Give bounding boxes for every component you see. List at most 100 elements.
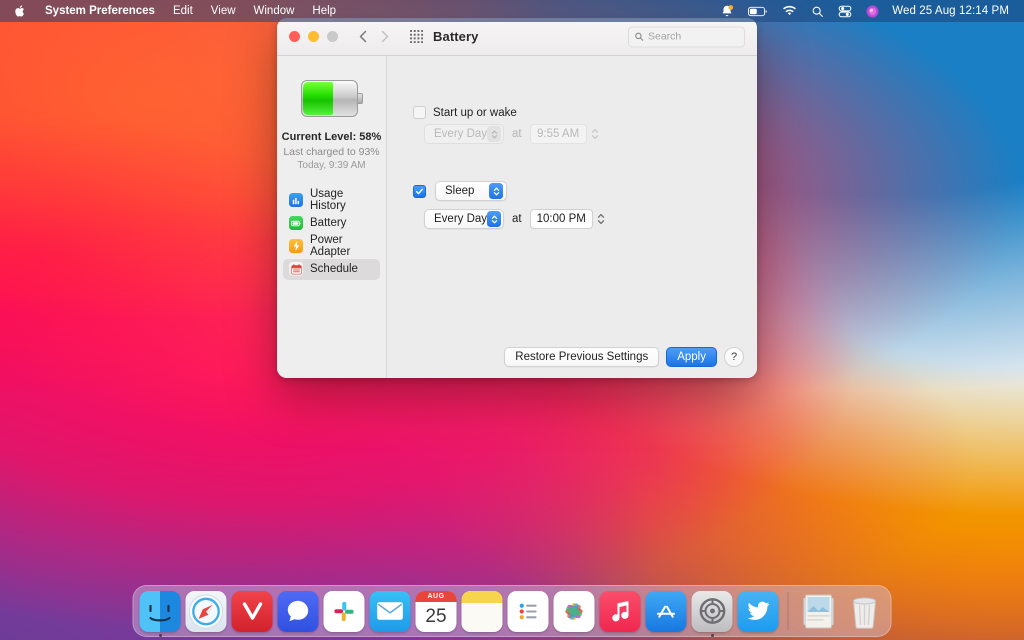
dock-item-music[interactable] <box>600 591 641 632</box>
battery-icon[interactable] <box>741 6 775 17</box>
sleep-action-popup[interactable]: Sleep <box>435 181 507 201</box>
calendar-day: 25 <box>416 602 457 632</box>
menu-bar: System Preferences Edit View Window Help <box>0 0 1024 22</box>
trash-icon <box>844 591 885 632</box>
zoom-button[interactable] <box>327 31 338 42</box>
chevron-updown-icon <box>487 211 501 227</box>
menu-item-help[interactable]: Help <box>303 0 345 22</box>
sidebar-item-usage-history[interactable]: Usage History <box>283 190 380 211</box>
system-preferences-window: Battery Search Current Level: 58% Last c… <box>277 18 757 378</box>
minimize-button[interactable] <box>308 31 319 42</box>
dock-item-photos[interactable] <box>554 591 595 632</box>
battery-terminal <box>358 93 363 104</box>
dock-item-downloads-stack[interactable] <box>798 591 839 632</box>
action-buttons: Restore Previous Settings Apply ? <box>504 347 744 367</box>
navigation-buttons <box>355 29 393 45</box>
battery-level-graphic <box>301 80 363 117</box>
menu-item-system-preferences[interactable]: System Preferences <box>36 0 164 22</box>
battery-status-text: Current Level: 58% Last charged to 93% T… <box>282 130 382 173</box>
startup-time-stepper[interactable]: 9:55 AM <box>530 124 601 144</box>
last-charged-label: Last charged to 93% <box>282 145 382 159</box>
battery-icon <box>289 216 303 230</box>
apply-button[interactable]: Apply <box>666 347 717 367</box>
running-indicator <box>711 634 714 637</box>
dock-item-slack[interactable] <box>324 591 365 632</box>
battery-fill <box>303 82 334 115</box>
twitter-icon <box>738 591 779 632</box>
traffic-lights <box>289 31 338 42</box>
startup-or-wake-row: Start up or wake <box>413 106 517 119</box>
dock-item-calendar[interactable]: AUG 25 <box>416 591 457 632</box>
app-store-icon <box>646 591 687 632</box>
sidebar-item-label: Battery <box>310 217 346 229</box>
current-level-label: Current Level: 58% <box>282 130 382 145</box>
dock-item-mail[interactable] <box>370 591 411 632</box>
usage-history-icon <box>289 193 303 207</box>
sleep-at-label: at <box>512 213 522 225</box>
dock-item-safari[interactable] <box>186 591 227 632</box>
menu-bar-clock[interactable]: Wed 25 Aug 12:14 PM <box>886 5 1014 17</box>
sleep-time-stepper[interactable]: 10:00 PM <box>530 209 607 229</box>
menu-item-edit[interactable]: Edit <box>164 0 202 22</box>
dock-item-app-store[interactable] <box>646 591 687 632</box>
sidebar-item-label: Power Adapter <box>310 234 374 258</box>
siri-icon[interactable] <box>859 5 886 18</box>
sidebar-item-label: Usage History <box>310 188 374 212</box>
dock-item-finder[interactable] <box>140 591 181 632</box>
control-center-icon[interactable] <box>831 5 859 18</box>
dock-item-notes[interactable] <box>462 591 503 632</box>
sleep-time-value[interactable]: 10:00 PM <box>530 209 593 229</box>
battery-shell <box>301 80 358 117</box>
stepper-arrows-icon[interactable] <box>596 210 607 228</box>
startup-day-value: Every Day <box>434 128 487 140</box>
dock-item-vivaldi[interactable] <box>232 591 273 632</box>
startup-time-value[interactable]: 9:55 AM <box>530 124 587 144</box>
notification-bell-icon[interactable] <box>713 4 741 18</box>
window-title-bar: Battery Search <box>277 18 757 56</box>
chevron-updown-icon <box>489 183 503 199</box>
menu-item-window[interactable]: Window <box>245 0 304 22</box>
search-placeholder: Search <box>648 31 681 43</box>
dock-item-twitter[interactable] <box>738 591 779 632</box>
schedule-pane: Start up or wake Every Day at 9:55 AM <box>387 56 757 378</box>
sidebar-item-battery[interactable]: Battery <box>283 213 380 234</box>
sidebar-list: Usage History Battery Power Adapter <box>277 190 386 282</box>
calendar-month: AUG <box>416 591 457 602</box>
dock-item-reminders[interactable] <box>508 591 549 632</box>
menu-bar-status-area: Wed 25 Aug 12:14 PM <box>713 4 1016 18</box>
sidebar-item-label: Schedule <box>310 263 358 275</box>
wifi-icon[interactable] <box>775 5 804 17</box>
sleep-row: Sleep <box>413 181 507 201</box>
sleep-checkbox[interactable] <box>413 185 426 198</box>
close-button[interactable] <box>289 31 300 42</box>
window-body: Current Level: 58% Last charged to 93% T… <box>277 56 757 378</box>
help-button[interactable]: ? <box>724 347 744 367</box>
startup-or-wake-checkbox[interactable] <box>413 106 426 119</box>
show-all-grid-icon[interactable] <box>410 30 423 43</box>
running-indicator <box>159 634 162 637</box>
sleep-day-value: Every Day <box>434 213 487 225</box>
sidebar: Current Level: 58% Last charged to 93% T… <box>277 56 387 378</box>
back-chevron-icon[interactable] <box>355 29 371 45</box>
search-input[interactable]: Search <box>628 26 745 47</box>
menu-item-view[interactable]: View <box>202 0 245 22</box>
notes-icon <box>462 591 503 632</box>
dock-item-signal[interactable] <box>278 591 319 632</box>
slack-icon <box>324 591 365 632</box>
calendar-icon: AUG 25 <box>416 591 457 632</box>
sleep-day-popup[interactable]: Every Day <box>424 209 504 229</box>
restore-previous-settings-button[interactable]: Restore Previous Settings <box>504 347 659 367</box>
dock-item-trash[interactable] <box>844 591 885 632</box>
downloads-stack-icon <box>798 591 839 632</box>
forward-chevron-icon[interactable] <box>377 29 393 45</box>
sidebar-item-schedule[interactable]: Schedule <box>283 259 380 280</box>
apple-logo-icon[interactable] <box>8 4 36 18</box>
sidebar-item-power-adapter[interactable]: Power Adapter <box>283 236 380 257</box>
dock-item-system-preferences[interactable] <box>692 591 733 632</box>
power-adapter-icon <box>289 239 303 253</box>
photos-icon <box>554 591 595 632</box>
stepper-arrows-icon[interactable] <box>590 125 601 143</box>
startup-or-wake-label: Start up or wake <box>433 107 517 119</box>
startup-day-popup[interactable]: Every Day <box>424 124 504 144</box>
spotlight-search-icon[interactable] <box>804 5 831 18</box>
